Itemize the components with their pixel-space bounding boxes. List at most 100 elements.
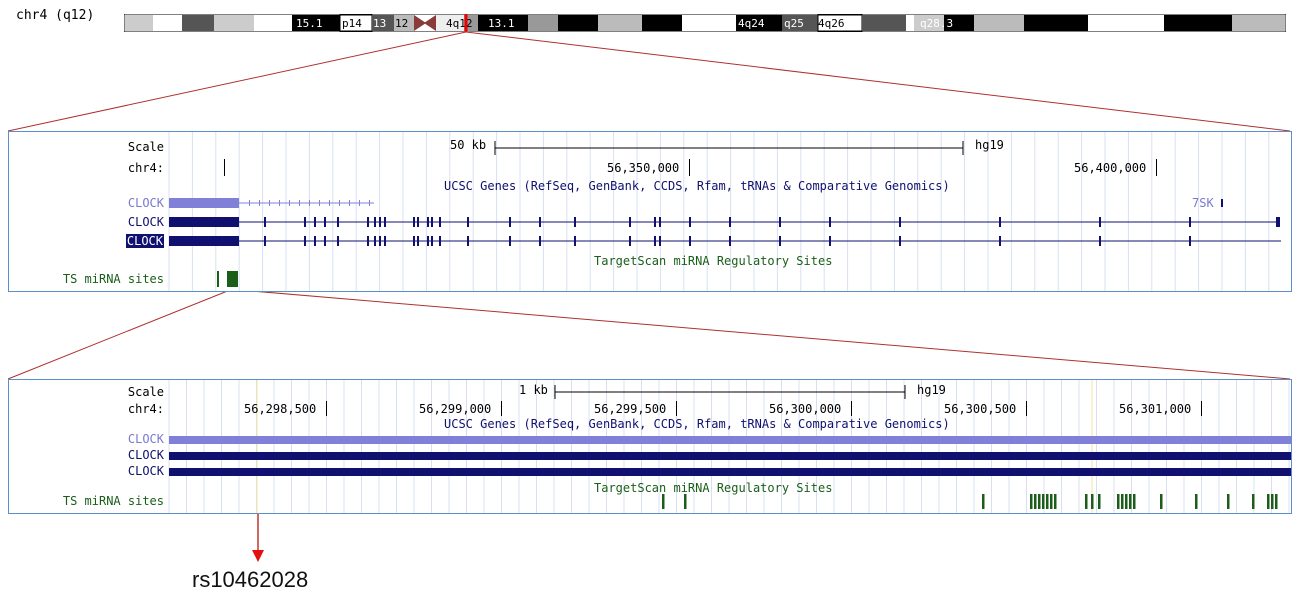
tick-mark: [1156, 159, 1157, 176]
exon: [431, 217, 433, 227]
exon: [427, 236, 429, 246]
gene-clock-1-exon[interactable]: [169, 436, 1291, 444]
gene-clock-2-end: [1276, 217, 1280, 227]
exon: [329, 200, 330, 206]
band: [214, 15, 254, 31]
ts-site[interactable]: [662, 494, 665, 509]
exon: [659, 236, 661, 246]
ts-sites[interactable]: [9, 492, 1291, 512]
band-label: q28.3: [920, 17, 953, 30]
band-label: q25: [784, 17, 804, 30]
exon: [264, 236, 266, 246]
band: [182, 15, 214, 31]
ts-site[interactable]: [1030, 494, 1033, 509]
tick-mark: [851, 401, 852, 416]
ts-mirna-label[interactable]: TS miRNA sites: [63, 272, 164, 286]
ts-site[interactable]: [1085, 494, 1088, 509]
ts-site[interactable]: [1252, 494, 1255, 509]
gene-clock-2-exon[interactable]: [169, 452, 1291, 460]
position-label: 56,400,000: [1074, 161, 1147, 175]
exon: [629, 217, 631, 227]
exon: [654, 236, 656, 246]
ts-site[interactable]: [1121, 494, 1124, 509]
ts-site[interactable]: [1227, 494, 1230, 509]
chrom-label: chr4:: [127, 161, 164, 175]
gene-clock-1-exon[interactable]: [169, 198, 239, 208]
exon: [339, 200, 340, 206]
gene-label-clock-2[interactable]: CLOCK: [128, 448, 164, 462]
gene-clock-3-exon[interactable]: [169, 236, 239, 246]
exon: [729, 217, 731, 227]
gene-label-clock-2[interactable]: CLOCK: [128, 215, 164, 229]
exon: [1189, 217, 1191, 227]
assembly-label: hg19: [975, 138, 1004, 152]
exon: [539, 236, 541, 246]
ts-site[interactable]: [1271, 494, 1274, 509]
band-label: 12: [395, 17, 408, 30]
ts-site[interactable]: [1267, 494, 1270, 509]
exon: [289, 200, 290, 206]
exon: [349, 200, 350, 206]
exon: [509, 236, 511, 246]
exon: [337, 236, 339, 246]
ts-site[interactable]: [227, 271, 238, 287]
exon: [417, 217, 419, 227]
band: [528, 15, 558, 31]
gene-label-clock-3[interactable]: CLOCK: [128, 464, 164, 478]
genes-track-title: UCSC Genes (RefSeq, GenBank, CCDS, Rfam,…: [444, 179, 950, 193]
exon: [729, 236, 731, 246]
ts-site[interactable]: [1129, 494, 1132, 509]
exon: [829, 217, 831, 227]
ts-site[interactable]: [217, 271, 219, 287]
scale-bar: [494, 141, 964, 155]
ts-site[interactable]: [1125, 494, 1128, 509]
ts-site[interactable]: [1042, 494, 1045, 509]
band-label: p14: [342, 17, 362, 30]
ts-site[interactable]: [1054, 494, 1057, 509]
gene-clock-2-exon[interactable]: [169, 217, 239, 227]
gene-label-7sk[interactable]: 7SK: [1192, 196, 1214, 210]
gene-models[interactable]: [169, 194, 1291, 254]
ts-site[interactable]: [684, 494, 687, 509]
ts-site[interactable]: [1050, 494, 1053, 509]
ts-site[interactable]: [982, 494, 985, 509]
exon: [374, 217, 376, 227]
ts-site[interactable]: [1117, 494, 1120, 509]
exon: [779, 236, 781, 246]
band: [862, 15, 906, 31]
exon: [654, 217, 656, 227]
ts-site[interactable]: [1160, 494, 1163, 509]
ts-site[interactable]: [1195, 494, 1198, 509]
band: [1232, 15, 1285, 31]
band-label: 15.1: [296, 17, 323, 30]
exon: [467, 217, 469, 227]
gene-label-clock-1[interactable]: CLOCK: [128, 432, 164, 446]
gene-label-clock-1[interactable]: CLOCK: [128, 196, 164, 210]
ts-site[interactable]: [1098, 494, 1101, 509]
ts-site[interactable]: [1038, 494, 1041, 509]
gene-7sk[interactable]: [1221, 199, 1223, 207]
chromosome-ideogram[interactable]: 15.1 p14 13 12 4q12 13.1 4q24 q25 4q26 q…: [124, 14, 1286, 32]
exon: [431, 236, 433, 246]
exon: [314, 217, 316, 227]
exon: [417, 236, 419, 246]
genome-browser-panel-zoomed: Scale chr4: CLOCK CLOCK CLOCK TS miRNA s…: [8, 379, 1292, 514]
ts-site[interactable]: [1275, 494, 1278, 509]
exon: [574, 236, 576, 246]
band-label: 4q26: [818, 17, 845, 30]
ts-site[interactable]: [1034, 494, 1037, 509]
exon: [413, 217, 415, 227]
exon: [899, 236, 901, 246]
exon: [259, 200, 260, 206]
exon: [314, 236, 316, 246]
exon: [319, 200, 320, 206]
gene-clock-3-exon[interactable]: [169, 468, 1291, 476]
gene-label-clock-3[interactable]: CLOCK: [125, 234, 164, 248]
ts-site[interactable]: [1091, 494, 1094, 509]
ts-site[interactable]: [1133, 494, 1136, 509]
ts-track-title: TargetScan miRNA Regulatory Sites: [594, 254, 833, 268]
chromosome-label: chr4 (q12): [16, 8, 95, 23]
band-label: 13: [373, 17, 386, 30]
ts-site[interactable]: [1046, 494, 1049, 509]
exon: [999, 236, 1001, 246]
